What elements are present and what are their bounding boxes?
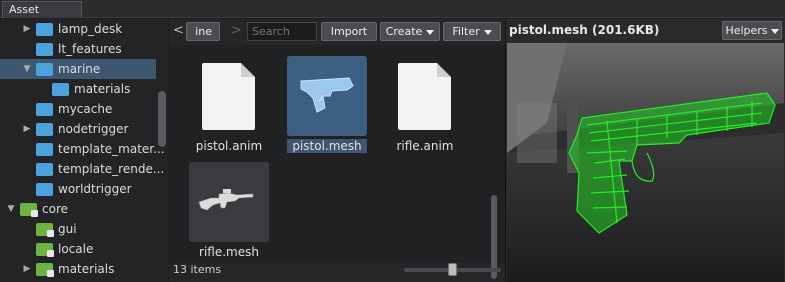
preview-title: pistol.mesh (201.6KB) [509, 23, 660, 37]
tree-item-label: locale [58, 242, 94, 256]
document-icon [189, 56, 269, 136]
folder-icon [36, 143, 53, 156]
chevron-down-icon [426, 29, 435, 35]
tree-item[interactable]: lt_features [0, 39, 156, 59]
tree-item-label: worldtrigger [58, 182, 132, 196]
rifle-mesh-icon [189, 162, 269, 242]
lock-icon [47, 270, 54, 277]
asset-browser: < ine > Import Create Filter pistol.anim… [169, 19, 505, 282]
3d-viewport[interactable] [507, 43, 784, 282]
folder-icon [36, 23, 53, 36]
filter-dropdown[interactable]: Filter [443, 22, 501, 41]
back-button[interactable]: < [173, 23, 184, 38]
tree-item-label: materials [74, 82, 131, 96]
breadcrumb-label: ine [195, 25, 212, 38]
tree-item-label: template_rende... [58, 162, 165, 176]
folder-icon [36, 263, 54, 277]
folder-tree: ▶ materials locale gui ▼ core worldtrigger temp… [0, 19, 168, 282]
folder-icon [36, 243, 54, 257]
document-icon [385, 56, 465, 136]
grid-scrollbar[interactable] [491, 195, 497, 279]
item-count: 13 items [173, 263, 222, 276]
tree-item-label: template_mater... [58, 142, 165, 156]
create-dropdown[interactable]: Create [380, 22, 440, 41]
asset-rifle-mesh[interactable]: rifle.mesh [175, 157, 269, 263]
helpers-dropdown[interactable]: Helpers [722, 21, 782, 40]
tree-item[interactable]: template_mater... [0, 139, 165, 159]
lock-icon [31, 210, 38, 217]
tree-item[interactable]: ▶ nodetrigger [0, 119, 156, 139]
folder-icon [36, 63, 53, 76]
folder-icon [52, 83, 69, 96]
lock-icon [47, 250, 54, 257]
tree-scrollbar[interactable] [158, 91, 166, 147]
asset-name: pistol.mesh [287, 139, 367, 153]
chevron-down-icon [483, 29, 492, 35]
chevron-right-icon[interactable]: ▶ [22, 259, 32, 279]
tree-item[interactable]: ▶ lamp_desk [0, 19, 156, 39]
tree-item[interactable]: locale [0, 239, 156, 259]
panel-tab-bar: Asset Browser [0, 0, 785, 32]
tree-item[interactable]: worldtrigger [0, 179, 156, 199]
pistol-mesh-icon [287, 56, 367, 136]
tree-item[interactable]: ▼ core [0, 199, 156, 219]
tree-item[interactable]: gui [0, 219, 156, 239]
tree-item-label: materials [58, 262, 115, 276]
filter-label: Filter [452, 25, 480, 38]
tab-asset-browser[interactable]: Asset Browser [2, 1, 82, 32]
asset-pistol-anim[interactable]: pistol.anim [175, 51, 263, 157]
tree-item-label: core [42, 202, 68, 216]
tree-item-label: gui [58, 222, 77, 236]
asset-pistol-mesh[interactable]: pistol.mesh [273, 51, 367, 157]
tree-item-label: mycache [58, 102, 113, 116]
folder-icon [36, 163, 53, 176]
folder-icon [36, 223, 54, 237]
tree-item-label: nodetrigger [58, 122, 129, 136]
folder-icon [36, 123, 53, 136]
folder-icon [36, 43, 53, 56]
asset-name: rifle.anim [396, 139, 454, 153]
tree-item-label: lt_features [58, 42, 122, 56]
asset-rifle-anim[interactable]: rifle.anim [371, 51, 459, 157]
chevron-down-icon[interactable]: ▼ [6, 199, 16, 219]
tree-item[interactable]: ▼ marine [0, 59, 156, 79]
mesh-preview-panel: pistol.mesh (201.6KB) Helpers [505, 19, 785, 282]
helpers-label: Helpers [725, 24, 768, 37]
asset-name: pistol.anim [195, 139, 263, 153]
tree-item[interactable]: template_rende... [0, 159, 164, 179]
import-button[interactable]: Import [321, 22, 377, 41]
tree-item[interactable]: mycache [0, 99, 156, 119]
folder-icon [20, 203, 38, 217]
tree-item[interactable]: ▶ materials [0, 259, 156, 279]
tree-item-label: marine [58, 62, 101, 76]
chevron-down-icon[interactable]: ▼ [22, 59, 32, 79]
import-label: Import [330, 25, 368, 38]
tree-item-label: lamp_desk [58, 22, 123, 36]
asset-grid: pistol.anim pistol.mesh rifle.anim rifle… [169, 45, 505, 279]
lock-icon [47, 230, 54, 237]
zoom-slider-handle[interactable] [447, 263, 457, 276]
chevron-right-icon[interactable]: ▶ [22, 19, 32, 39]
asset-name: rifle.mesh [199, 245, 259, 259]
breadcrumb[interactable]: ine [186, 22, 220, 41]
chevron-right-icon[interactable]: ▶ [22, 119, 32, 139]
chevron-down-icon [770, 28, 779, 34]
folder-icon [36, 103, 53, 116]
tree-item[interactable]: materials [0, 79, 156, 99]
create-label: Create [385, 25, 423, 38]
viewport-scene [507, 43, 784, 282]
search-input[interactable] [247, 22, 317, 41]
forward-button[interactable]: > [231, 23, 242, 38]
folder-icon [36, 183, 53, 196]
